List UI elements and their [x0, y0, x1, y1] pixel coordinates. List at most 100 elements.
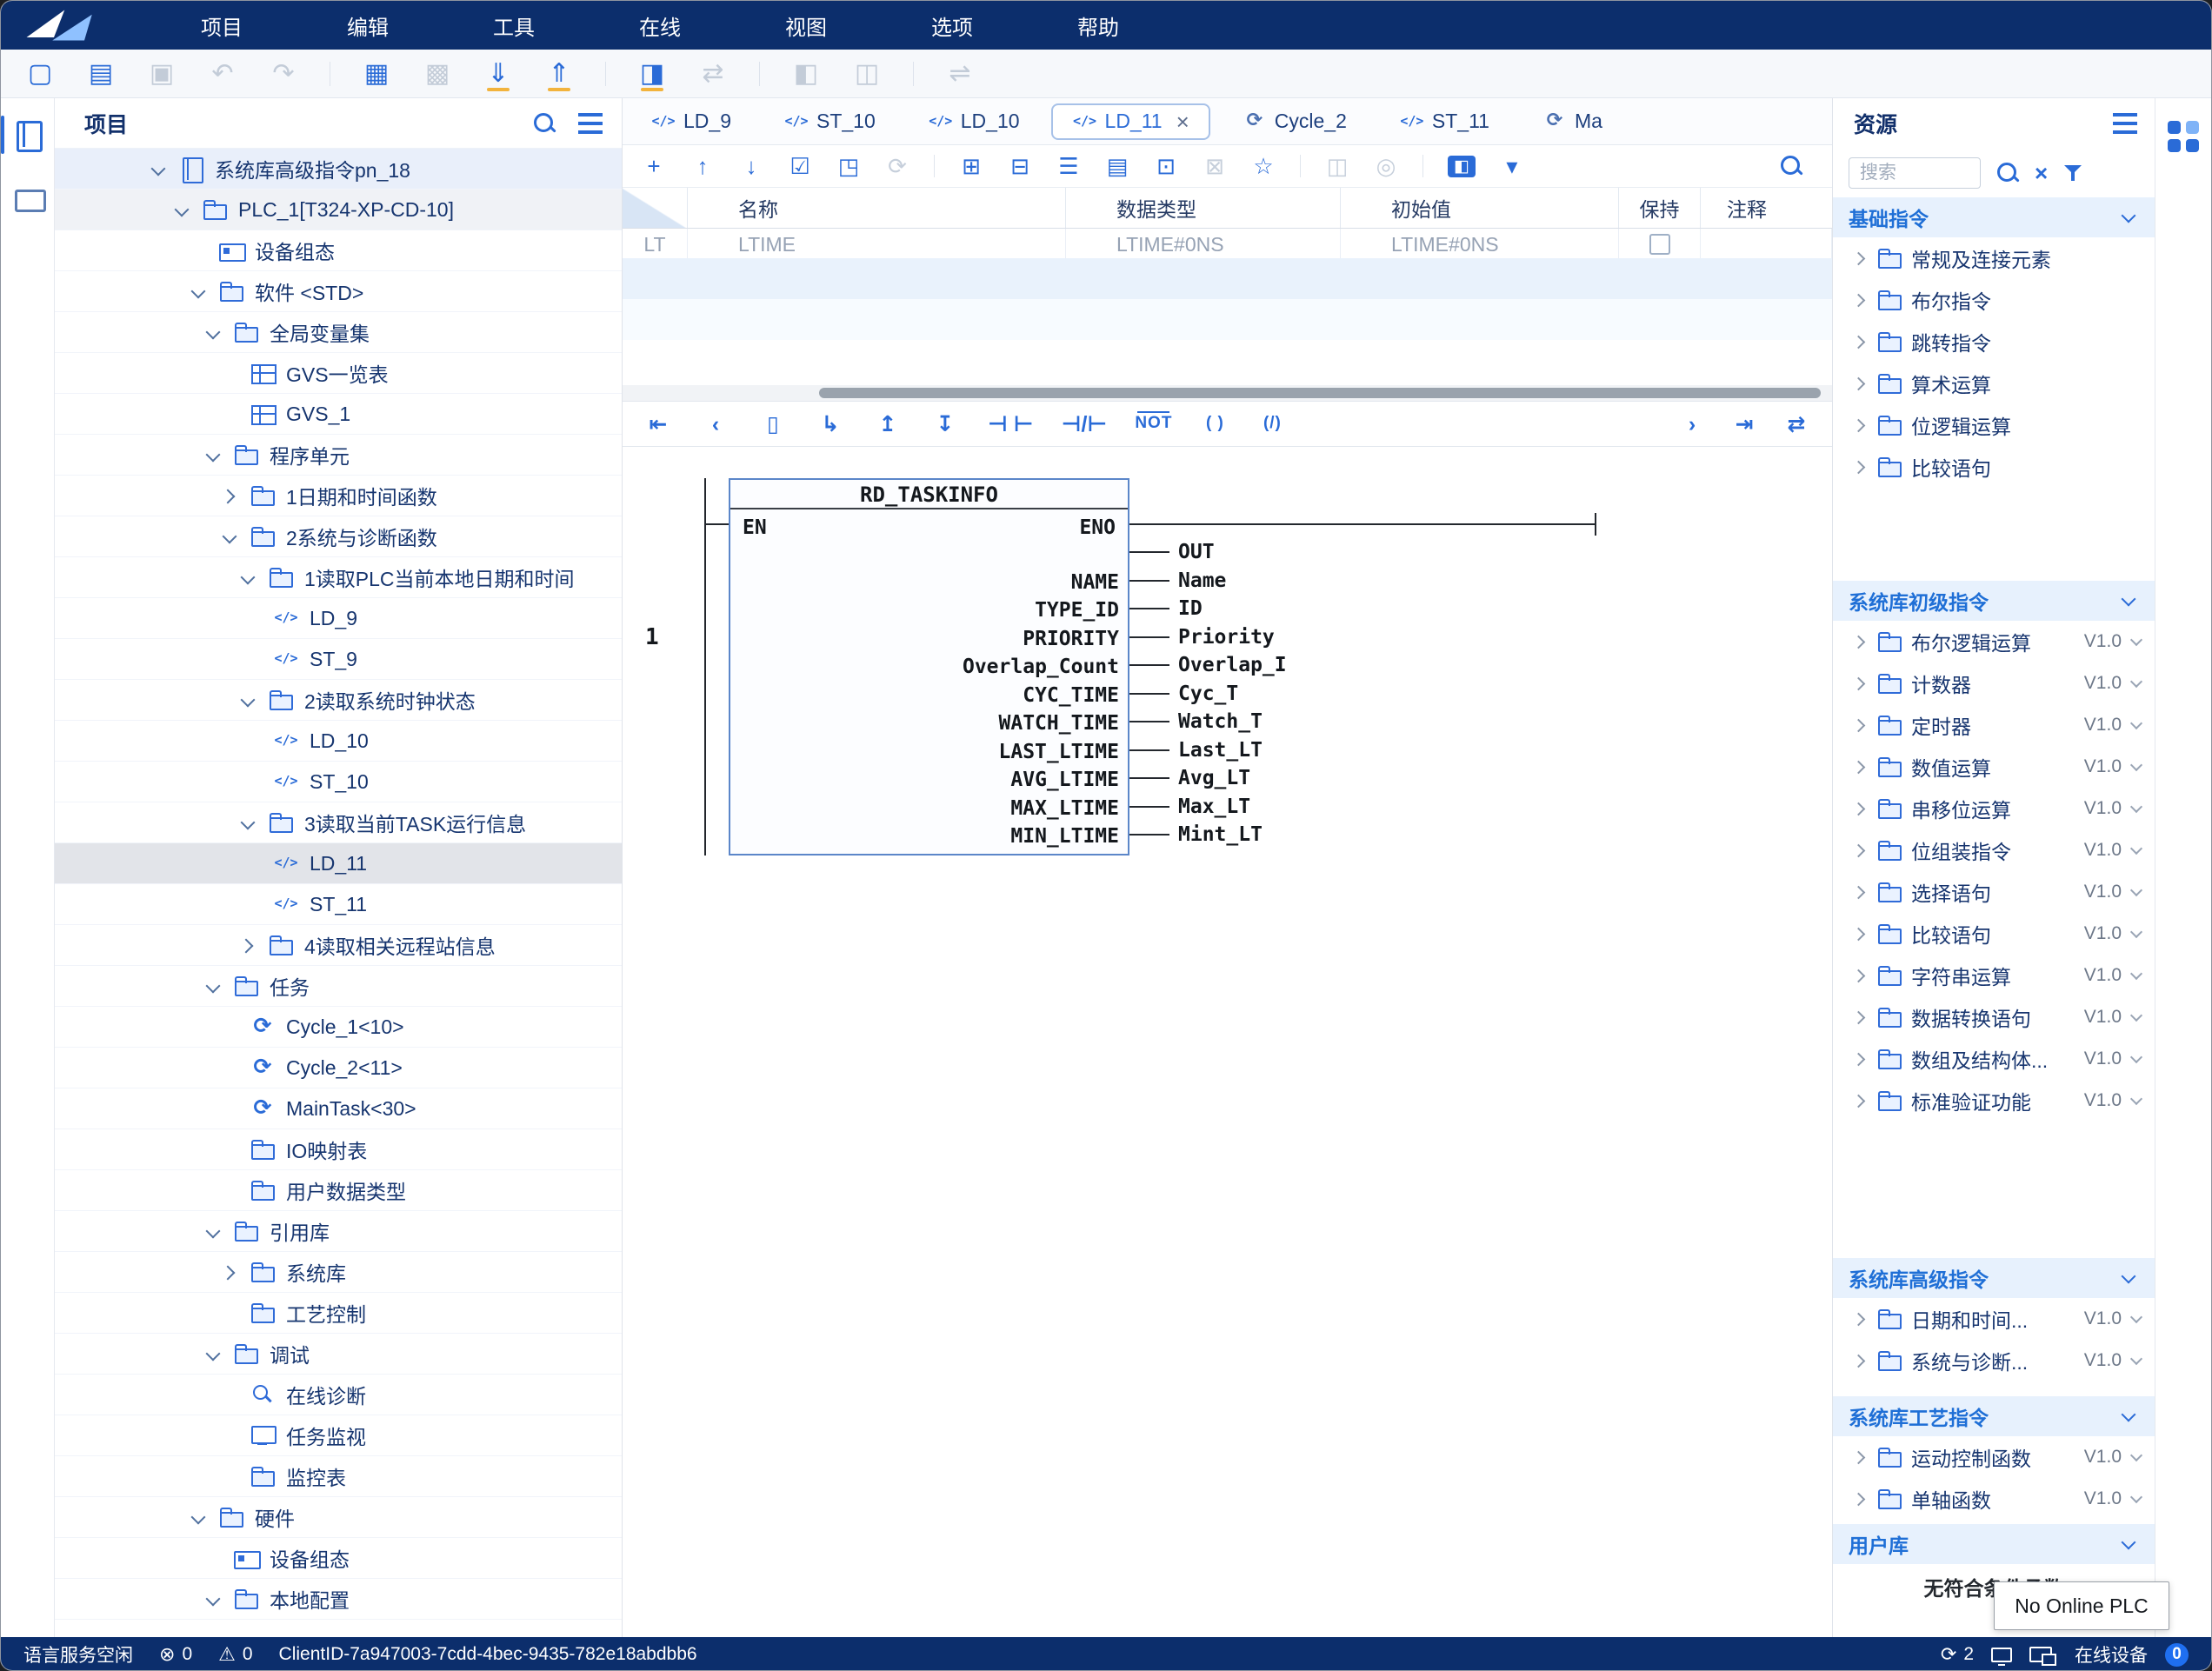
- expand-arrow-icon[interactable]: [182, 274, 217, 309]
- tree-item[interactable]: PLC_1[T324-XP-CD-10]: [55, 190, 622, 230]
- tree-item[interactable]: 软件 <STD>: [55, 271, 622, 312]
- expand-arrow-icon[interactable]: [197, 315, 231, 350]
- tree-item[interactable]: 任务监视: [55, 1415, 622, 1456]
- resource-item[interactable]: 数组及结构体... V1.0: [1833, 1038, 2155, 1080]
- column-header-initial[interactable]: 初始值: [1341, 188, 1619, 228]
- prev-network-icon[interactable]: ‹: [701, 411, 730, 437]
- undo-icon[interactable]: ↶: [208, 61, 237, 87]
- import-doc-icon[interactable]: ◫: [852, 61, 882, 87]
- tree-item[interactable]: ST_9: [55, 639, 622, 680]
- variable-type-cell[interactable]: LTIME#0NS: [1066, 229, 1341, 258]
- resource-item[interactable]: 定时器 V1.0: [1833, 704, 2155, 746]
- tree-item[interactable]: LD_11: [55, 843, 622, 884]
- delete-row-icon[interactable]: ⊟: [1008, 155, 1032, 177]
- tree-item[interactable]: 2读取系统时钟状态: [55, 680, 622, 721]
- scrollbar-thumb[interactable]: [819, 388, 1821, 398]
- resource-item[interactable]: 字符串运算 V1.0: [1833, 955, 2155, 996]
- tree-item[interactable]: 硬件: [55, 1497, 622, 1538]
- toolbar-separator[interactable]: [1422, 155, 1423, 177]
- menu-item[interactable]: 帮助: [1025, 10, 1171, 41]
- expand-arrow-icon[interactable]: [1845, 1442, 1875, 1472]
- resource-section-header[interactable]: 系统库高级指令: [1833, 1258, 2155, 1298]
- tree-item[interactable]: 设备组态: [55, 1538, 622, 1579]
- move-up-icon[interactable]: ↑: [690, 155, 715, 177]
- resource-item-version[interactable]: V1.0: [2084, 1350, 2141, 1371]
- tree-item[interactable]: 系统库: [55, 1252, 622, 1293]
- tree-item[interactable]: 4读取相关远程站信息: [55, 925, 622, 966]
- expand-arrow-icon[interactable]: [1845, 1346, 1875, 1375]
- tree-item[interactable]: 2系统与诊断函数: [55, 516, 622, 557]
- resource-item[interactable]: 跳转指令: [1833, 321, 2155, 363]
- expand-arrow-icon[interactable]: [213, 478, 248, 513]
- tree-item[interactable]: GVS一览表: [55, 353, 622, 394]
- row-handle[interactable]: LT: [623, 229, 688, 258]
- resource-item-version[interactable]: V1.0: [2084, 798, 2141, 819]
- resource-item[interactable]: 串移位运算 V1.0: [1833, 788, 2155, 829]
- warning-count[interactable]: ⚠ 0: [218, 1644, 252, 1665]
- resource-item[interactable]: 计数器 V1.0: [1833, 662, 2155, 704]
- shuffle-icon[interactable]: ⇌: [945, 61, 975, 87]
- expand-arrow-icon[interactable]: [197, 1214, 231, 1248]
- chevron-down-icon[interactable]: [2120, 1407, 2139, 1426]
- resource-item[interactable]: 布尔指令: [1833, 279, 2155, 321]
- ladder-canvas[interactable]: 1 RD_TASKINFO EN ENO NAME: [623, 447, 1832, 1637]
- tree-item[interactable]: ST_11: [55, 884, 622, 925]
- resource-item[interactable]: 选择语句 V1.0: [1833, 871, 2155, 913]
- tree-item[interactable]: 1日期和时间函数: [55, 476, 622, 516]
- resource-item-version[interactable]: V1.0: [2084, 631, 2141, 652]
- tree-item[interactable]: 工艺控制: [55, 1293, 622, 1334]
- menu-item[interactable]: 视图: [733, 10, 879, 41]
- go-first-icon[interactable]: ⇤: [643, 411, 673, 437]
- resource-item-version[interactable]: V1.0: [2084, 1090, 2141, 1111]
- sync-status[interactable]: ⟳ 2: [1941, 1644, 1974, 1665]
- tree-item[interactable]: ST_10: [55, 762, 622, 802]
- annotation-icon[interactable]: ⊠: [1203, 155, 1227, 177]
- expand-arrow-icon[interactable]: [1845, 327, 1875, 356]
- tree-item[interactable]: 3读取当前TASK运行信息: [55, 802, 622, 843]
- swap-view-icon[interactable]: ⇄: [1782, 411, 1811, 437]
- library-grid-icon[interactable]: ▦: [362, 61, 391, 87]
- line-down-icon[interactable]: ↧: [930, 411, 960, 437]
- compile-icon[interactable]: ◨: [637, 61, 667, 87]
- resource-item-version[interactable]: V1.0: [2084, 715, 2141, 736]
- editor-tab[interactable]: LD_11 ×: [1051, 103, 1210, 140]
- expand-arrow-icon[interactable]: [1845, 452, 1875, 482]
- coil-negated-icon[interactable]: (/): [1257, 414, 1287, 434]
- expand-arrow-icon[interactable]: [231, 560, 266, 595]
- resource-item[interactable]: 数据转换语句 V1.0: [1833, 996, 2155, 1038]
- expand-arrow-icon[interactable]: [1845, 794, 1875, 823]
- download-to-plc-icon[interactable]: ⇓: [483, 61, 513, 87]
- refresh-icon[interactable]: ⟳: [885, 155, 909, 177]
- resource-item-version[interactable]: V1.0: [2084, 1308, 2141, 1329]
- resource-item-version[interactable]: V1.0: [2084, 840, 2141, 861]
- resource-item[interactable]: 比较语句 V1.0: [1833, 913, 2155, 955]
- resource-item[interactable]: 标准验证功能 V1.0: [1833, 1080, 2155, 1122]
- not-icon[interactable]: NOT: [1135, 414, 1172, 434]
- error-count[interactable]: ⊗ 0: [159, 1644, 192, 1665]
- favorite-icon[interactable]: ☆: [1251, 155, 1276, 177]
- resource-item-version[interactable]: V1.0: [2084, 965, 2141, 986]
- expand-arrow-icon[interactable]: [197, 1336, 231, 1371]
- toolbar-separator[interactable]: [934, 155, 935, 177]
- toolbar-separator[interactable]: [605, 62, 606, 86]
- contact-icon[interactable]: ⊣ ⊢: [988, 411, 1034, 437]
- editor-tab[interactable]: LD_9: [630, 103, 752, 140]
- tree-item[interactable]: MainTask<30>: [55, 1088, 622, 1129]
- chevron-down-icon[interactable]: [2120, 1268, 2139, 1288]
- add-row-icon[interactable]: +: [642, 155, 666, 177]
- tree-item[interactable]: IO映射表: [55, 1129, 622, 1170]
- tree-item[interactable]: GVS_1: [55, 394, 622, 435]
- resource-section-header[interactable]: 用户库: [1833, 1524, 2155, 1564]
- device-panel-icon[interactable]: [12, 185, 43, 216]
- tree-item[interactable]: 系统库高级指令pn_18: [55, 149, 622, 190]
- expand-arrow-icon[interactable]: [1845, 410, 1875, 440]
- expand-arrow-icon[interactable]: [1845, 243, 1875, 273]
- tree-item[interactable]: LD_10: [55, 721, 622, 762]
- resource-item[interactable]: 比较语句: [1833, 446, 2155, 488]
- expand-arrow-icon[interactable]: [1845, 285, 1875, 315]
- expand-arrow-icon[interactable]: [1845, 1086, 1875, 1115]
- export-icon[interactable]: ◳: [836, 155, 861, 177]
- editor-tab[interactable]: Cycle_2: [1221, 103, 1368, 140]
- tree-item[interactable]: 在线诊断: [55, 1375, 622, 1415]
- variable-row[interactable]: LT LTIME LTIME#0NS LTIME#0NS: [623, 229, 1832, 258]
